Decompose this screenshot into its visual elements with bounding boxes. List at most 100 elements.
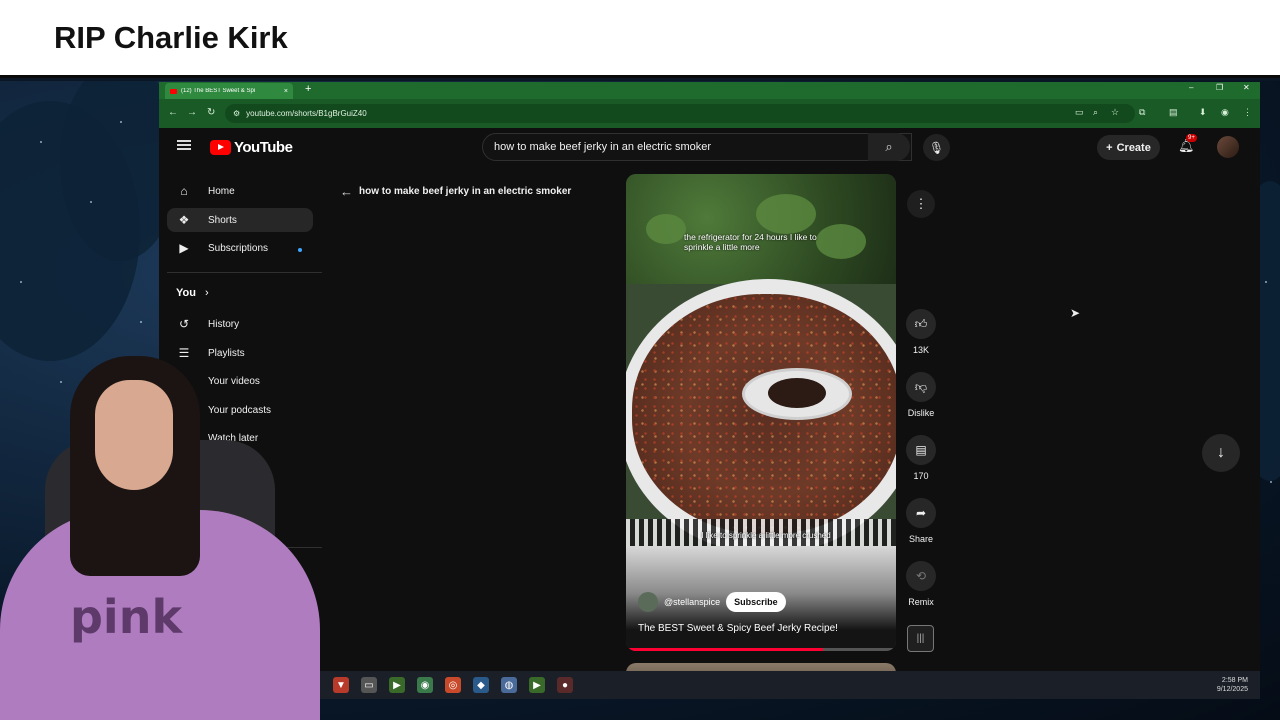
sidebar-item-shorts[interactable]: ❖ Shorts — [167, 208, 313, 232]
account-avatar[interactable] — [1217, 136, 1239, 158]
like-count: 13K — [912, 345, 929, 355]
tray-center-hole — [768, 378, 826, 408]
dislike-action[interactable]: 👎︎ Dislike — [903, 372, 939, 418]
remix-icon[interactable]: ⟲ — [906, 561, 936, 591]
voice-search-button[interactable]: 🎙︎ — [923, 134, 950, 161]
chrome-icon[interactable]: ◉ — [417, 677, 433, 693]
play-app-icon[interactable]: ▶ — [529, 677, 545, 693]
share-action[interactable]: ➦ Share — [903, 498, 939, 544]
sidebar-item-label: Home — [208, 185, 235, 197]
remix-action[interactable]: ⟲ Remix — [903, 561, 939, 607]
short-video-player[interactable]: the refrigerator for 24 hours I like to … — [626, 174, 896, 651]
sidebar-item-subscriptions[interactable]: ▶ Subscriptions — [167, 236, 313, 260]
video-plants-background — [626, 174, 896, 284]
obs-icon[interactable]: ◎ — [445, 677, 461, 693]
video-title[interactable]: The BEST Sweet & Spicy Beef Jerky Recipe… — [638, 623, 838, 634]
share-label: Share — [908, 534, 934, 544]
back-arrow-icon[interactable]: ← — [340, 184, 353, 199]
sidebar-item-label: Your podcasts — [208, 404, 272, 416]
person-face — [95, 380, 173, 490]
downloads-icon[interactable]: ⬇ — [1199, 107, 1207, 118]
comment-count: 170 — [913, 471, 929, 481]
you-label: You — [176, 287, 196, 299]
sound-icon[interactable]: ||| — [907, 625, 934, 652]
thumbs-up-icon[interactable]: 👍︎ — [906, 309, 936, 339]
youtube-wordmark: YouTube — [234, 139, 293, 156]
video-caption-top: the refrigerator for 24 hours I like to … — [684, 232, 817, 252]
app-icon[interactable]: ◆ — [473, 677, 489, 693]
like-action[interactable]: 👍︎ 13K — [903, 309, 939, 355]
webcam-overlay: pink — [0, 356, 335, 720]
search-back-row[interactable]: ← how to make beef jerky in an electric … — [340, 184, 571, 199]
bookmark-star-icon[interactable]: ☆ — [1111, 107, 1119, 118]
sidebar-you-header[interactable]: You › — [176, 287, 209, 299]
banner-title: RIP Charlie Kirk — [54, 20, 288, 55]
youtube-logo[interactable]: YouTube — [210, 139, 293, 156]
browser-menu-icon[interactable]: ⋮ — [1243, 107, 1252, 118]
extensions-icon[interactable]: ⧉ — [1139, 107, 1145, 118]
new-tab-button[interactable]: + — [305, 83, 311, 95]
taskbar-clock[interactable]: 2:58 PM 9/12/2025 — [1217, 676, 1248, 694]
top-banner: RIP Charlie Kirk — [0, 0, 1280, 78]
url-text: youtube.com/shorts/B1gBrGuiZ40 — [246, 109, 367, 118]
sidebar-item-playlists[interactable]: ☰ Playlists — [167, 341, 313, 365]
shirt-print: pink — [70, 590, 183, 644]
zoom-icon[interactable]: ⌕ — [1093, 107, 1098, 118]
subscribe-button[interactable]: Subscribe — [726, 592, 786, 612]
sidebar-item-home[interactable]: ⌂ Home — [167, 179, 313, 203]
reload-icon[interactable]: ↻ — [207, 107, 215, 118]
comment-icon[interactable]: ▤ — [906, 435, 936, 465]
create-label: Create — [1116, 141, 1151, 154]
video-progress-fill — [626, 648, 824, 651]
youtube-play-icon — [210, 140, 231, 155]
search-input[interactable]: how to make beef jerky in an electric sm… — [482, 133, 912, 161]
next-short-button[interactable]: ↓ — [1202, 434, 1240, 472]
sidebar-item-label: Playlists — [208, 347, 245, 359]
tab-title: (12) The BEST Sweet & Spi — [181, 88, 256, 94]
search-back-label: how to make beef jerky in an electric sm… — [359, 186, 572, 197]
tab-close-icon[interactable]: × — [284, 88, 288, 95]
sidebar-item-label: Shorts — [208, 214, 237, 226]
maximize-button[interactable]: ❐ — [1216, 83, 1223, 92]
globe-icon[interactable]: ◍ — [501, 677, 517, 693]
install-icon[interactable]: ▭ — [1075, 107, 1084, 118]
shorts-icon: ❖ — [178, 213, 190, 227]
notification-badge: 9+ — [1186, 134, 1197, 142]
brave-icon[interactable]: ▼ — [333, 677, 349, 693]
address-bar: ← → ↻ ⚙ youtube.com/shorts/B1gBrGuiZ40 ▭… — [159, 99, 1260, 128]
sidebar-divider — [167, 272, 322, 273]
profile-icon[interactable]: ◉ — [1221, 107, 1229, 118]
file-explorer-icon[interactable]: ▭ — [361, 677, 377, 693]
back-arrow-icon[interactable]: ← — [168, 107, 178, 118]
video-caption-middle: I like to sprinkle a little more crushed — [701, 531, 831, 540]
comments-action[interactable]: ▤ 170 — [903, 435, 939, 481]
share-icon[interactable]: ➦ — [906, 498, 936, 528]
search-button[interactable]: ⌕ — [868, 133, 910, 161]
sidebar-item-label: Your videos — [208, 375, 260, 387]
channel-avatar[interactable] — [638, 592, 658, 612]
channel-name[interactable]: @stellanspice — [664, 597, 720, 607]
search-icon: ⌕ — [885, 139, 893, 154]
more-options-icon[interactable]: ⋮ — [907, 190, 935, 218]
forward-arrow-icon[interactable]: → — [187, 107, 197, 118]
create-button[interactable]: + Create — [1097, 135, 1160, 160]
minimize-button[interactable]: – — [1189, 83, 1193, 92]
clock-date: 9/12/2025 — [1216, 686, 1248, 693]
search-query: how to make beef jerky in an electric sm… — [494, 141, 712, 153]
sidebar-item-history[interactable]: ↺ History — [167, 312, 313, 336]
recorder-icon[interactable]: ● — [557, 677, 573, 693]
media-player-icon[interactable]: ▶ — [389, 677, 405, 693]
close-window-button[interactable]: ✕ — [1243, 83, 1250, 92]
url-field[interactable]: ⚙ youtube.com/shorts/B1gBrGuiZ40 — [225, 104, 1135, 123]
browser-tab[interactable]: (12) The BEST Sweet & Spi × — [165, 83, 293, 99]
home-icon: ⌂ — [180, 184, 188, 198]
thumbs-down-icon[interactable]: 👎︎ — [906, 372, 936, 402]
sidebar-icon[interactable]: ▤ — [1169, 107, 1178, 118]
remix-label: Remix — [908, 597, 934, 607]
clock-time: 2:58 PM — [1221, 677, 1248, 684]
history-icon: ↺ — [178, 317, 190, 331]
new-content-dot — [298, 248, 302, 252]
video-progress-bar[interactable] — [626, 648, 896, 651]
site-info-icon[interactable]: ⚙ — [233, 109, 240, 118]
menu-icon[interactable] — [177, 140, 191, 150]
